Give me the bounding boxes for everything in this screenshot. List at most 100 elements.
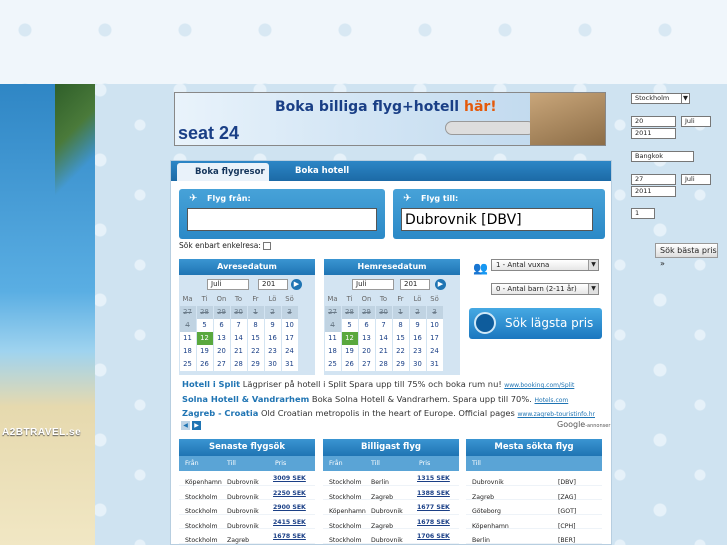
calendar-day[interactable]: 16 bbox=[409, 332, 426, 345]
return-next-icon[interactable]: ▶ bbox=[435, 279, 446, 290]
oneway-checkbox[interactable] bbox=[263, 242, 272, 250]
calendar-day[interactable]: 17 bbox=[281, 332, 298, 345]
calendar-day[interactable]: 11 bbox=[179, 332, 196, 345]
table-row[interactable]: Stockholm Berlin 1315 SEK bbox=[323, 471, 459, 486]
table-row[interactable]: Berlin [BER] bbox=[466, 529, 602, 544]
depart-year-select[interactable]: 201 bbox=[258, 279, 288, 290]
calendar-day[interactable]: 21 bbox=[375, 345, 392, 358]
calendar-day[interactable]: 25 bbox=[324, 358, 341, 371]
price-link[interactable]: 1706 SEK bbox=[417, 533, 450, 540]
calendar-day[interactable]: 19 bbox=[341, 345, 358, 358]
table-row[interactable]: Göteborg [GOT] bbox=[466, 500, 602, 515]
calendar-day[interactable]: 23 bbox=[409, 345, 426, 358]
calendar-day[interactable]: 29 bbox=[392, 358, 409, 371]
price-link[interactable]: 2415 SEK bbox=[273, 519, 306, 526]
calendar-day[interactable]: 28 bbox=[375, 358, 392, 371]
side-ret-year[interactable]: 2011 bbox=[631, 186, 676, 197]
price-link[interactable]: 1677 SEK bbox=[417, 504, 450, 511]
calendar-day[interactable]: 29 bbox=[247, 358, 264, 371]
calendar-day[interactable]: 31 bbox=[426, 358, 443, 371]
calendar-day[interactable]: 10 bbox=[281, 319, 298, 332]
calendar-day[interactable]: 11 bbox=[324, 332, 341, 345]
calendar-day[interactable]: 16 bbox=[264, 332, 281, 345]
table-row[interactable]: Stockholm Dubrovnik 2415 SEK bbox=[179, 515, 315, 530]
calendar-day[interactable]: 27 bbox=[213, 358, 230, 371]
calendar-day[interactable]: 8 bbox=[392, 319, 409, 332]
table-row[interactable]: Stockholm Zagreb 1388 SEK bbox=[323, 486, 459, 501]
calendar-day[interactable]: 5 bbox=[341, 319, 358, 332]
price-link[interactable]: 1315 SEK bbox=[417, 475, 450, 482]
calendar-day[interactable]: 14 bbox=[375, 332, 392, 345]
calendar-day-today[interactable]: 12 bbox=[341, 332, 358, 345]
calendar-day[interactable]: 6 bbox=[213, 319, 230, 332]
ad-solna[interactable]: Solna Hotell & Vandrarhem Boka Solna Hot… bbox=[182, 394, 568, 404]
ads-next-icon[interactable]: ▶ bbox=[192, 421, 201, 430]
calendar-day[interactable]: 20 bbox=[213, 345, 230, 358]
calendar-day[interactable]: 9 bbox=[264, 319, 281, 332]
calendar-day[interactable]: 15 bbox=[392, 332, 409, 345]
calendar-day[interactable]: 26 bbox=[341, 358, 358, 371]
calendar-day[interactable]: 10 bbox=[426, 319, 443, 332]
table-row[interactable]: Stockholm Zagreb 1678 SEK bbox=[179, 529, 315, 544]
chevron-down-icon[interactable]: ▼ bbox=[681, 93, 690, 104]
table-row[interactable]: Köpenhamn Dubrovnik 1677 SEK bbox=[323, 500, 459, 515]
price-link[interactable]: 2250 SEK bbox=[273, 490, 306, 497]
table-row[interactable]: Stockholm Zagreb 1678 SEK bbox=[323, 515, 459, 530]
side-to-input[interactable]: Bangkok bbox=[631, 151, 694, 162]
ads-prev-icon[interactable]: ◀ bbox=[181, 421, 190, 430]
calendar-day[interactable]: 8 bbox=[247, 319, 264, 332]
calendar-day[interactable]: 7 bbox=[375, 319, 392, 332]
to-input[interactable] bbox=[401, 208, 593, 231]
table-row[interactable]: Stockholm Dubrovnik 2250 SEK bbox=[179, 486, 315, 501]
calendar-day[interactable]: 24 bbox=[281, 345, 298, 358]
ad-split[interactable]: Hotell i Split Lägpriser på hotell i Spl… bbox=[182, 379, 574, 389]
calendar-day[interactable]: 24 bbox=[426, 345, 443, 358]
calendar-day[interactable]: 5 bbox=[196, 319, 213, 332]
table-row[interactable]: Stockholm Dubrovnik 2900 SEK bbox=[179, 500, 315, 515]
calendar-day[interactable]: 31 bbox=[281, 358, 298, 371]
calendar-day[interactable]: 13 bbox=[213, 332, 230, 345]
calendar-day[interactable]: 6 bbox=[358, 319, 375, 332]
calendar-day[interactable]: 13 bbox=[358, 332, 375, 345]
table-row[interactable]: Zagreb [ZAG] bbox=[466, 486, 602, 501]
return-year-select[interactable]: 201 bbox=[400, 279, 430, 290]
depart-month-select[interactable]: Juli bbox=[207, 279, 249, 290]
calendar-day[interactable]: 28 bbox=[230, 358, 247, 371]
calendar-day[interactable]: 27 bbox=[358, 358, 375, 371]
calendar-day[interactable]: 22 bbox=[247, 345, 264, 358]
side-ret-month[interactable]: Juli bbox=[681, 174, 711, 185]
price-link[interactable]: 1388 SEK bbox=[417, 490, 450, 497]
table-row[interactable]: Köpenhamn [CPH] bbox=[466, 515, 602, 530]
calendar-day[interactable]: 17 bbox=[426, 332, 443, 345]
calendar-day[interactable]: 9 bbox=[409, 319, 426, 332]
calendar-day[interactable]: 20 bbox=[358, 345, 375, 358]
depart-next-icon[interactable]: ▶ bbox=[291, 279, 302, 290]
side-search-button[interactable]: Sök bästa pris » bbox=[655, 243, 718, 268]
tab-hotels[interactable]: Boka hotell bbox=[295, 161, 349, 181]
calendar-day[interactable]: 14 bbox=[230, 332, 247, 345]
side-ret-day[interactable]: 27 bbox=[631, 174, 676, 185]
adults-select[interactable]: 1 - Antal vuxna ▼ bbox=[491, 259, 599, 271]
side-pax-select[interactable]: 1 bbox=[631, 208, 655, 219]
table-row[interactable]: Köpenhamn Dubrovnik 3009 SEK bbox=[179, 471, 315, 486]
side-dep-day[interactable]: 20 bbox=[631, 116, 676, 127]
calendar-day[interactable]: 30 bbox=[264, 358, 281, 371]
table-row[interactable]: Dubrovnik [DBV] bbox=[466, 471, 602, 486]
calendar-day[interactable]: 26 bbox=[196, 358, 213, 371]
side-dep-month[interactable]: Juli bbox=[681, 116, 711, 127]
search-lowest-price-button[interactable]: Sök lägsta pris bbox=[469, 308, 602, 339]
calendar-day[interactable]: 30 bbox=[409, 358, 426, 371]
price-link[interactable]: 3009 SEK bbox=[273, 475, 306, 482]
return-month-select[interactable]: Juli bbox=[352, 279, 394, 290]
from-input[interactable] bbox=[187, 208, 377, 231]
calendar-day[interactable]: 18 bbox=[324, 345, 341, 358]
table-row[interactable]: Stockholm Dubrovnik 1706 SEK bbox=[323, 529, 459, 544]
price-link[interactable]: 1678 SEK bbox=[273, 533, 306, 540]
calendar-day[interactable]: 15 bbox=[247, 332, 264, 345]
tab-flights[interactable]: Boka flygresor bbox=[177, 163, 269, 181]
calendar-day[interactable]: 25 bbox=[179, 358, 196, 371]
price-link[interactable]: 1678 SEK bbox=[417, 519, 450, 526]
calendar-day[interactable]: 23 bbox=[264, 345, 281, 358]
calendar-day[interactable]: 21 bbox=[230, 345, 247, 358]
children-select[interactable]: 0 - Antal barn (2-11 år) ▼ bbox=[491, 283, 599, 295]
